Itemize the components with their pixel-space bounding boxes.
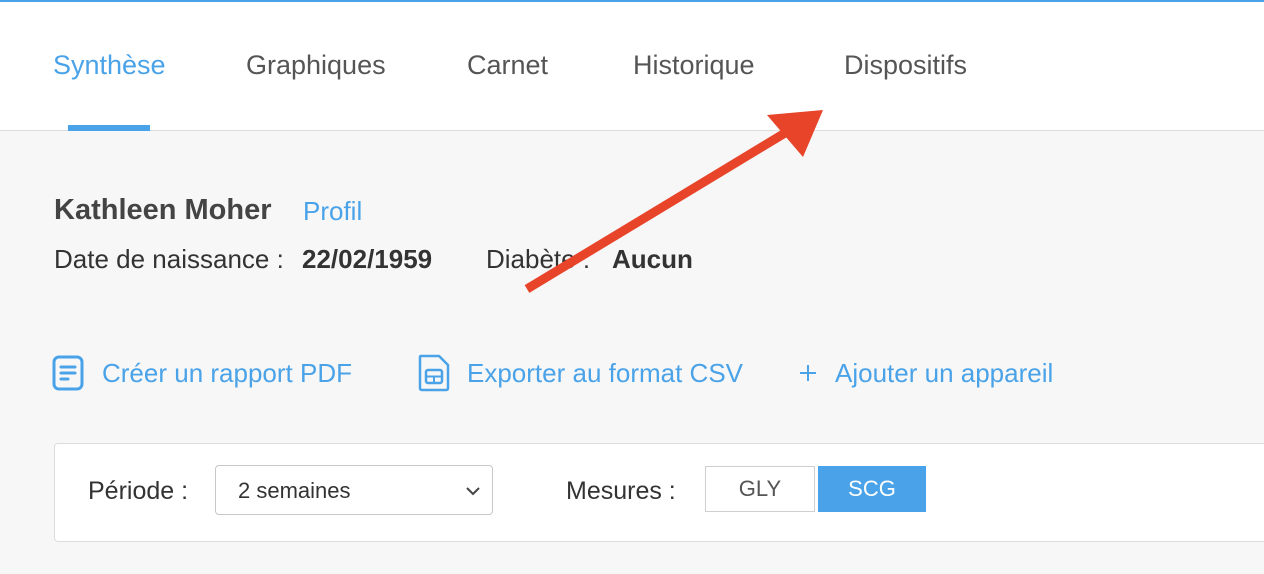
spreadsheet-icon (417, 354, 451, 392)
tab-bar: Synthèse Graphiques Carnet Historique Di… (0, 2, 1264, 131)
create-pdf-label: Créer un rapport PDF (102, 357, 352, 388)
patient-name: Kathleen Moher (54, 194, 272, 226)
tab-historique[interactable]: Historique (633, 48, 755, 82)
tab-carnet[interactable]: Carnet (467, 48, 548, 82)
chevron-down-icon (466, 483, 480, 501)
measures-label: Mesures : (566, 477, 676, 505)
plus-icon (799, 364, 817, 382)
diabetes-value: Aucun (612, 244, 693, 274)
export-csv-label: Exporter au format CSV (467, 357, 743, 388)
tab-dispositifs[interactable]: Dispositifs (844, 48, 967, 82)
export-csv-button[interactable]: Exporter au format CSV (417, 354, 743, 392)
diabetes-label: Diabète : (486, 244, 591, 274)
profile-link[interactable]: Profil (303, 195, 362, 227)
active-tab-indicator (68, 125, 150, 131)
dob-value: 22/02/1959 (302, 244, 433, 274)
tab-synthese[interactable]: Synthèse (53, 48, 166, 82)
measure-scg-button[interactable]: SCG (818, 466, 926, 512)
period-label: Période : (88, 477, 189, 505)
measure-gly-button[interactable]: GLY (705, 466, 815, 512)
tab-graphiques[interactable]: Graphiques (246, 48, 386, 82)
period-select-value: 2 semaines (238, 478, 351, 503)
document-icon (52, 355, 84, 391)
period-select[interactable]: 2 semaines (215, 465, 493, 515)
add-device-button[interactable]: Ajouter un appareil (799, 355, 1053, 391)
dob-label: Date de naissance : (54, 244, 284, 274)
add-device-label: Ajouter un appareil (835, 357, 1054, 388)
create-pdf-report-button[interactable]: Créer un rapport PDF (52, 355, 352, 391)
